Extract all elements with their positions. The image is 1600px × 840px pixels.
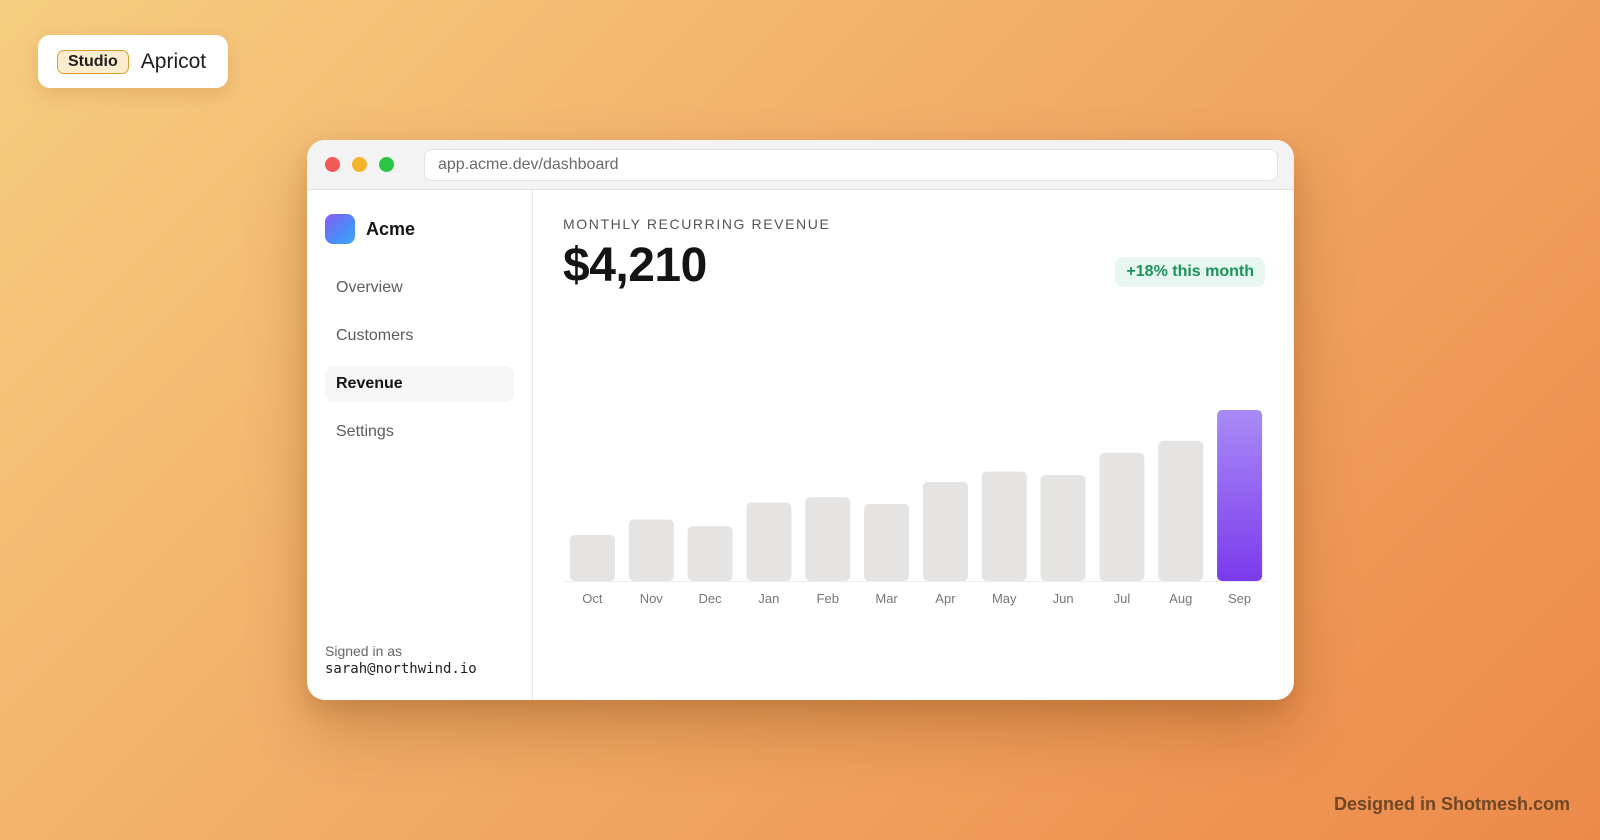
chart-bar-jan xyxy=(746,502,792,581)
browser-window: app.acme.dev/dashboard Acme Overview Cus… xyxy=(307,140,1294,700)
sidebar-item-settings[interactable]: Settings xyxy=(325,414,514,450)
x-tick-label: Nov xyxy=(640,591,664,606)
chart-bar-sep xyxy=(1217,410,1263,581)
app-content: Acme Overview Customers Revenue Settings… xyxy=(307,190,1294,700)
brand-badge: Studio Apricot xyxy=(38,35,228,88)
x-tick-label: Jul xyxy=(1114,591,1131,606)
chart-bar-feb xyxy=(805,497,851,581)
brand-name: Apricot xyxy=(140,49,207,73)
revenue-chart-svg: Oct Nov Dec Jan Feb Mar Apr May Jun Jul Aug Sep xyxy=(563,410,1269,606)
maximize-window-button[interactable] xyxy=(379,157,394,172)
x-tick-label: May xyxy=(992,591,1017,606)
chart-bar-aug xyxy=(1158,440,1204,581)
sidebar-item-label: Revenue xyxy=(336,375,403,392)
sidebar-item-revenue[interactable]: Revenue xyxy=(325,366,514,402)
sidebar-item-label: Settings xyxy=(336,423,394,440)
x-tick-label: Oct xyxy=(582,591,603,606)
growth-badge: +18% this month xyxy=(1115,257,1265,287)
minimize-window-button[interactable] xyxy=(352,157,367,172)
sidebar: Acme Overview Customers Revenue Settings… xyxy=(307,190,533,700)
title-bar: app.acme.dev/dashboard xyxy=(307,140,1294,190)
x-tick-label: Jun xyxy=(1053,591,1074,606)
brand-tag: Studio xyxy=(57,49,129,74)
chart-bar-dec xyxy=(687,526,733,581)
x-tick-label: Jan xyxy=(758,591,779,606)
x-tick-label: Feb xyxy=(817,591,839,606)
revenue-chart: Oct Nov Dec Jan Feb Mar Apr May Jun Jul Aug Sep xyxy=(563,360,1269,610)
x-tick-label: Sep xyxy=(1228,591,1251,606)
app-header: Acme xyxy=(325,214,514,244)
metric-label: MONTHLY RECURRING REVENUE xyxy=(563,216,831,232)
chart-bar-jun xyxy=(1040,474,1086,581)
sidebar-item-overview[interactable]: Overview xyxy=(325,270,514,306)
chart-bar-may xyxy=(981,471,1027,581)
chart-bar-nov xyxy=(628,519,674,581)
chart-bar-jul xyxy=(1099,452,1145,581)
app-logo-icon xyxy=(325,214,355,244)
main-panel: MONTHLY RECURRING REVENUE $4,210 +18% th… xyxy=(533,190,1294,700)
x-tick-label: Mar xyxy=(875,591,898,606)
signed-in-email: sarah@northwind.io xyxy=(325,661,477,677)
sidebar-item-label: Overview xyxy=(336,279,403,296)
chart-bar-mar xyxy=(864,504,910,581)
url-bar[interactable]: app.acme.dev/dashboard xyxy=(424,148,1278,181)
x-tick-label: Dec xyxy=(699,591,723,606)
signed-in-label: Signed in as xyxy=(325,643,403,659)
chart-bar-apr xyxy=(922,481,968,581)
x-tick-label: Aug xyxy=(1169,591,1192,606)
chart-bar-oct xyxy=(569,534,615,581)
sidebar-item-label: Customers xyxy=(336,327,414,344)
url-text: app.acme.dev/dashboard xyxy=(438,155,619,173)
close-window-button[interactable] xyxy=(325,157,340,172)
signed-in-info: Signed in as sarah@northwind.io xyxy=(325,642,477,678)
x-tick-label: Apr xyxy=(935,591,956,606)
sidebar-item-customers[interactable]: Customers xyxy=(325,318,514,354)
app-name: Acme xyxy=(366,218,416,239)
designer-credit: Designed in Shotmesh.com xyxy=(1333,794,1570,814)
